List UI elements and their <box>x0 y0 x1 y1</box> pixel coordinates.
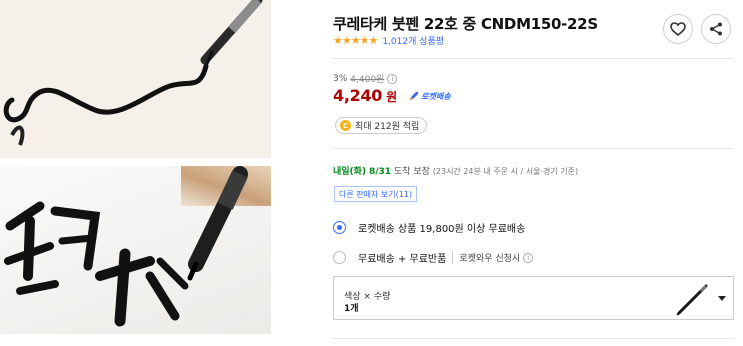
review-count-link[interactable]: 1,012개 상품평 <box>382 34 444 47</box>
rocket-delivery-badge: 로켓배송 <box>409 91 451 102</box>
points-text: 최대 212원 적립 <box>355 122 420 132</box>
rating: ★★★★★ 1,012개 상품평 <box>333 34 444 47</box>
divider <box>333 338 734 339</box>
radio-selected[interactable] <box>333 221 346 234</box>
divider <box>333 58 733 59</box>
arrival-guarantee: 도착 보장 <box>393 167 430 177</box>
wishlist-button[interactable] <box>663 14 693 44</box>
divider <box>333 148 733 149</box>
product-image-calligraphy[interactable] <box>0 166 271 334</box>
arrival-date: 8/31 <box>368 167 392 177</box>
heart-icon <box>670 22 686 36</box>
sale-price: 4,240 <box>333 86 383 105</box>
rocket-icon <box>410 92 419 100</box>
discount-row: 3% 4,400원 i <box>333 72 398 85</box>
share-button[interactable] <box>701 14 731 44</box>
brush-pen-thumbnail <box>676 284 708 316</box>
shipping-option-rocket[interactable]: 로켓배송 상품 19,800원 이상 무료배송 <box>333 220 525 235</box>
share-icon <box>710 22 722 36</box>
info-icon[interactable]: i <box>523 252 534 263</box>
arrival-condition: (23시간 24분 내 주문 시 / 서울⋅경기 기준) <box>432 167 579 176</box>
product-image-main[interactable] <box>0 0 271 158</box>
option-select-value: 1개 <box>344 304 359 314</box>
shipping-option-label: 무료배송 + 무료반품 <box>358 254 447 265</box>
points-chip: C 최대 212원 적립 <box>335 117 428 134</box>
rating-stars: ★★★★★ <box>333 34 378 47</box>
delivery-info: 내일(화) 8/31 도착 보장 (23시간 24분 내 주문 시 / 서울⋅경… <box>333 164 578 177</box>
shipping-option-free-return[interactable]: 무료배송 + 무료반품 로켓와우 신청시 i <box>333 250 534 265</box>
arrival-day: 내일(화) <box>333 167 367 177</box>
shipping-option-label: 로켓배송 상품 19,800원 이상 무료배송 <box>358 224 526 235</box>
product-page: 쿠레타케 붓펜 22호 중 CNDM150-22S ★★★★★ 1,012개 상… <box>0 0 743 346</box>
discount-rate: 3% <box>333 73 348 84</box>
radio-unselected[interactable] <box>333 251 346 264</box>
currency-unit: 원 <box>386 90 398 104</box>
coin-icon: C <box>340 120 351 131</box>
option-select[interactable]: 색상 × 수량 1개 <box>333 276 734 320</box>
rocket-label: 로켓배송 <box>421 91 451 101</box>
info-icon[interactable]: i <box>387 73 398 84</box>
product-title: 쿠레타케 붓펜 22호 중 CNDM150-22S <box>333 15 598 33</box>
other-sellers-button[interactable]: 다른 판매자 보기(11) <box>334 186 418 202</box>
shipping-option-sub: 로켓와우 신청시 <box>452 251 520 264</box>
original-price: 4,400원 <box>350 75 385 85</box>
chevron-down-icon[interactable] <box>718 296 726 301</box>
price-row: 4,240 원 로켓배송 <box>333 86 451 105</box>
